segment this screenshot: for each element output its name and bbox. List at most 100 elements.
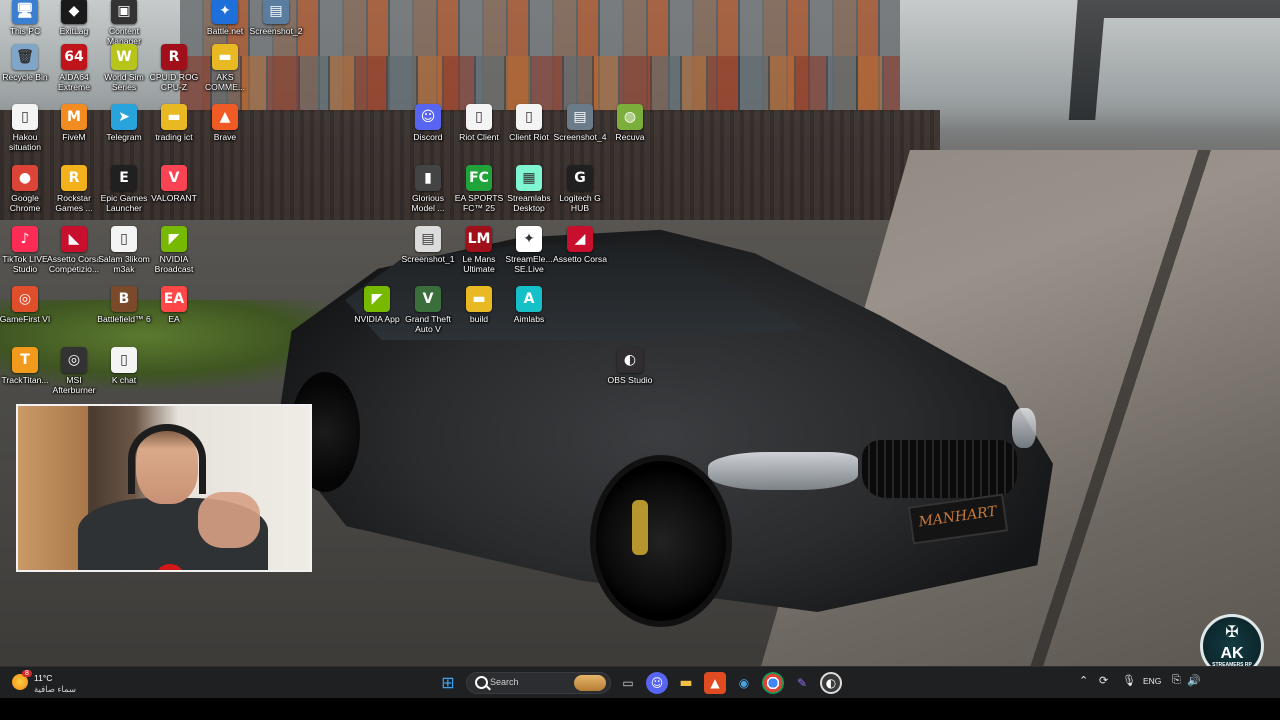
desktop-icon-google-chrome[interactable]: ● Google Chrome (0, 165, 52, 213)
desktop-icon-label: Hakou situation (8, 132, 41, 152)
desktop-icon-label: FiveM (62, 132, 86, 142)
desktop-icon-tracktitan[interactable]: T TrackTitan... (0, 347, 52, 385)
desktop-icon-salam[interactable]: ▯ Salam 3likom m3ak (97, 226, 151, 274)
eagle-icon: ✠ (1225, 624, 1239, 641)
search-box[interactable]: Search (466, 672, 611, 694)
desktop-icon-screenshot-1[interactable]: ▤ Screenshot_1 (401, 226, 455, 264)
desktop-icon-label: Recycle Bin (2, 72, 48, 82)
desktop-icon-label: Salam 3likom m3ak (98, 254, 150, 274)
desktop-icon-trading-ict[interactable]: ▬ trading ict (147, 104, 201, 142)
desktop-icon-label: Client Riot (509, 132, 549, 142)
valorant-icon: V (161, 165, 187, 191)
tray-overflow-chevron-icon[interactable]: ⌃ (1079, 674, 1088, 687)
desktop-icon-content-manager[interactable]: ▣ Content Manager (97, 0, 151, 46)
client-riot-icon: ▯ (516, 104, 542, 130)
desktop-icon-aimlabs[interactable]: A Aimlabs (502, 286, 556, 324)
nvidia-broadcast-icon: ◤ (161, 226, 187, 252)
desktop-icon-label: Glorious Model ... (411, 193, 445, 213)
desktop-icon-hakou[interactable]: ▯ Hakou situation (0, 104, 52, 152)
desktop-icon-valorant[interactable]: V VALORANT (147, 165, 201, 203)
fivem-icon: M (61, 104, 87, 130)
desktop-icon-tiktok-live[interactable]: ♪ TikTok LIVE Studio (0, 226, 52, 274)
obs-studio-icon: ◐ (617, 347, 643, 373)
tray-microphone-icon[interactable]: 🎙 (1122, 674, 1136, 687)
desktop-icon-label: Screenshot_1 (401, 254, 455, 264)
desktop-icon-assetto-corsa-comp[interactable]: ◣ Assetto Corsa Competizio... (47, 226, 101, 274)
desktop-icon-epic[interactable]: E Epic Games Launcher (97, 165, 151, 213)
desktop-icon-riot-client[interactable]: ▯ Riot Client (452, 104, 506, 142)
weather-widget[interactable]: 8 11°C سماء صافية (10, 670, 100, 696)
desktop-icon-ea[interactable]: EA EA (147, 286, 201, 324)
desktop-icon-aida64[interactable]: 64 AIDA64 Extreme (47, 44, 101, 92)
desktop-icon-battlenet[interactable]: ✦ Battle.net (198, 0, 252, 36)
desktop-icon-build[interactable]: ▬ build (452, 286, 506, 324)
desktop-icon-label: Le Mans Ultimate (462, 254, 496, 274)
le-mans-icon: LM (466, 226, 492, 252)
screenshot-2-icon: ▤ (263, 0, 289, 24)
desktop-icon-screenshot-2[interactable]: ▤ Screenshot_2 (249, 0, 303, 36)
desktop-icon-exitlag[interactable]: ◆ ExitLag (47, 0, 101, 36)
desktop-icon-nvidia-app[interactable]: ◤ NVIDIA App (350, 286, 404, 324)
taskbar-chrome-icon[interactable] (762, 672, 784, 694)
tray-sync-icon[interactable]: ⟳ (1099, 674, 1108, 687)
desktop-icon-assetto-corsa[interactable]: ◢ Assetto Corsa (553, 226, 607, 264)
webcam-person-hand (198, 492, 260, 548)
search-highlight-icon (574, 675, 606, 691)
desktop-icon-logitech-g[interactable]: G Logitech G HUB (553, 165, 607, 213)
desktop-icon-recycle-bin[interactable]: 🗑 Recycle Bin (0, 44, 52, 82)
desktop-icon-telegram[interactable]: ➤ Telegram (97, 104, 151, 142)
desktop-icon-label: MSI Afterburner (52, 375, 96, 395)
desktop-icon-label: Battle.net (206, 26, 244, 36)
desktop-icon-nvidia-broadcast[interactable]: ◤ NVIDIA Broadcast (147, 226, 201, 274)
taskbar-discord-icon[interactable]: ☺ (646, 672, 668, 694)
car-headlight (708, 452, 858, 490)
weather-description: سماء صافية (34, 684, 76, 694)
taskbar-file-explorer-icon[interactable]: ▬ (675, 672, 697, 694)
desktop-icon-battlefield6[interactable]: B Battlefield™ 6 (97, 286, 151, 324)
task-view-button[interactable]: ▭ (617, 672, 639, 694)
desktop-icon-discord[interactable]: ☺ Discord (401, 104, 455, 142)
desktop-icon-gamefirst[interactable]: ◎ GameFirst VI (0, 286, 52, 324)
desktop-icon-label: Google Chrome (9, 193, 41, 213)
desktop-icon-world-sim[interactable]: W World Sim Series (97, 44, 151, 92)
car-headlight-right (1012, 408, 1036, 448)
desktop-icon-label: Logitech G HUB (559, 193, 601, 213)
language-indicator[interactable]: ENG (1143, 676, 1161, 686)
weather-badge: 8 (22, 670, 32, 677)
desktop-icon-glorious[interactable]: ▮ Glorious Model ... (401, 165, 455, 213)
taskbar-obs-icon[interactable]: ◐ (820, 672, 842, 694)
ea-icon: EA (161, 286, 187, 312)
desktop-icon-label: Riot Client (459, 132, 499, 142)
desktop-icon-streamlabs-desktop[interactable]: ▦ Streamlabs Desktop (502, 165, 556, 213)
hakou-icon: ▯ (12, 104, 38, 130)
desktop-icon-ea-sports-fc[interactable]: FC EA SPORTS FC™ 25 (452, 165, 506, 213)
desktop-icon-obs-studio[interactable]: ◐ OBS Studio (603, 347, 657, 385)
screenshot-1-icon: ▤ (415, 226, 441, 252)
taskbar-steam-icon[interactable]: ◉ (733, 672, 755, 694)
taskbar-pen-icon[interactable]: ✎ (791, 672, 813, 694)
telegram-icon: ➤ (111, 104, 137, 130)
desktop-icon-k-chat[interactable]: ▯ K chat (97, 347, 151, 385)
gamefirst-icon: ◎ (12, 286, 38, 312)
desktop-icon-msi-afterburner[interactable]: ◎ MSI Afterburner (47, 347, 101, 395)
desktop-icon-brave[interactable]: ▲ Brave (198, 104, 252, 142)
desktop-icon-streamelements[interactable]: ✦ StreamEle... SE.Live (502, 226, 556, 274)
desktop-icon-client-riot[interactable]: ▯ Client Riot (502, 104, 556, 142)
desktop-icon-cpuid[interactable]: R CPUID ROG CPU-Z (147, 44, 201, 92)
start-button[interactable]: ⊞ (437, 672, 459, 694)
desktop-icon-le-mans[interactable]: LM Le Mans Ultimate (452, 226, 506, 274)
streamelements-icon: ✦ (516, 226, 542, 252)
desktop-icon-label: NVIDIA Broadcast (154, 254, 194, 274)
tray-volume-icon[interactable]: 🔊 (1187, 674, 1201, 687)
desktop-icon-this-pc[interactable]: 🖥 This PC (0, 0, 52, 36)
taskbar-apex-icon[interactable]: ▲ (704, 672, 726, 694)
desktop-icon-label: AIDA64 Extreme (58, 72, 90, 92)
desktop-icon-screenshot-4[interactable]: ▤ Screenshot_4 (553, 104, 607, 142)
desktop-icon-gta5[interactable]: V Grand Theft Auto V (401, 286, 455, 334)
desktop-icon-recuva[interactable]: ◍ Recuva (603, 104, 657, 142)
tray-network-icon[interactable]: ⎘ (1172, 674, 1181, 687)
desktop-icon-fivem[interactable]: M FiveM (47, 104, 101, 142)
weather-temperature: 11°C (34, 673, 53, 683)
desktop-icon-aks-comm[interactable]: ▬ AKS COMME... (198, 44, 252, 92)
desktop-icon-rockstar[interactable]: R Rockstar Games ... (47, 165, 101, 213)
